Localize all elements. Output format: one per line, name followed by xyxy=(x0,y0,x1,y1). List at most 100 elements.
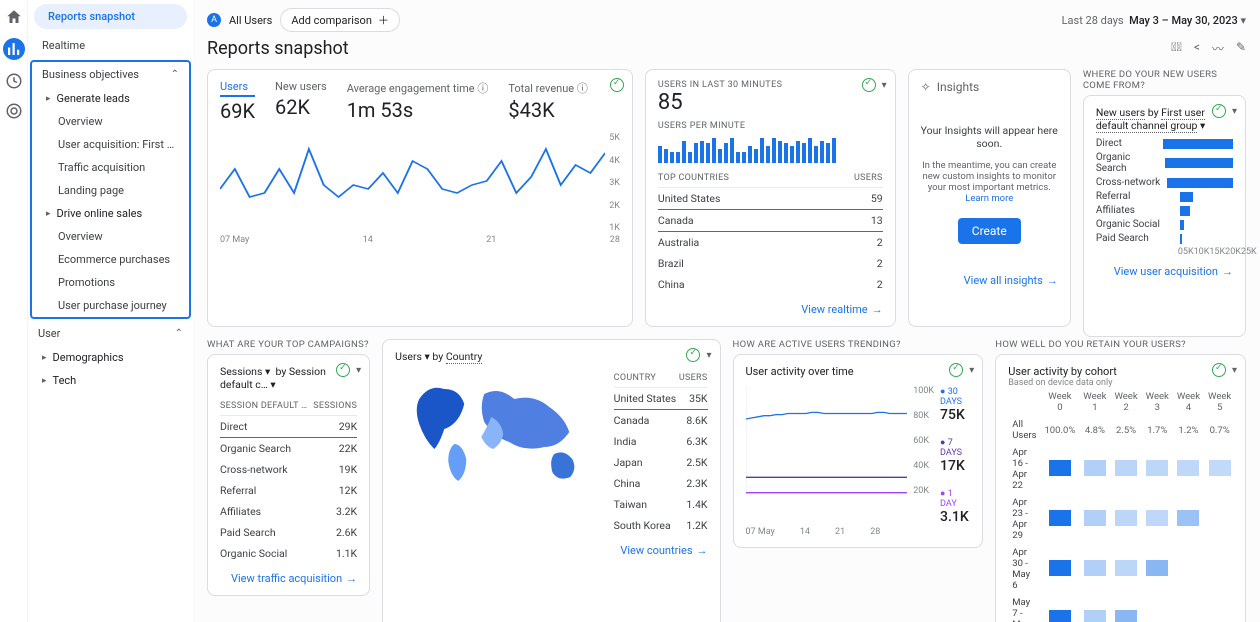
campaigns-table: SESSION DEFAULT …SESSIONS Direct29KOrgan… xyxy=(220,397,357,564)
advertising-icon[interactable] xyxy=(5,102,23,120)
cohort-row: Apr 16 - Apr 22 xyxy=(1008,444,1235,494)
table-row: Direct29K xyxy=(220,416,357,438)
sidebar-generate-leads[interactable]: Generate leads xyxy=(32,87,189,110)
check-icon xyxy=(949,363,963,377)
page-title: Reports snapshot xyxy=(207,38,349,59)
card-menu-button[interactable]: ▾ xyxy=(1232,106,1237,117)
realtime-card: ▾ USERS IN LAST 30 MINUTES 85 USERS PER … xyxy=(645,69,896,327)
sidebar-business-objectives-box: Business objectives ⌃ Generate leads Ove… xyxy=(30,60,191,319)
home-icon[interactable] xyxy=(5,8,23,26)
table-row: Australia2 xyxy=(658,232,883,254)
sidebar-drive-online-sales[interactable]: Drive online sales xyxy=(32,202,189,225)
arrow-right-icon: → xyxy=(697,544,708,557)
view-user-acquisition-link[interactable]: View user acquisition→ xyxy=(1096,265,1233,278)
table-row: Organic Social1.1K xyxy=(220,543,357,564)
table-row: China2.3K xyxy=(614,473,708,494)
sidebar-realtime[interactable]: Realtime xyxy=(28,33,193,58)
sidebar-tech[interactable]: Tech xyxy=(28,369,193,392)
insights-msg: Your Insights will appear here soon. xyxy=(921,124,1058,150)
table-row: Taiwan1.4K xyxy=(614,494,708,515)
realtime-title: USERS IN LAST 30 MINUTES xyxy=(658,80,883,90)
countries-card: ▾ Users ▾ by Country COUNTRYUSE xyxy=(382,339,720,622)
world-map xyxy=(395,369,604,489)
check-icon xyxy=(686,348,700,362)
card-menu-button[interactable]: ▾ xyxy=(882,80,887,91)
explore-icon[interactable] xyxy=(5,72,23,90)
table-row: Canada13 xyxy=(658,210,883,232)
share-icon[interactable]: < xyxy=(1194,40,1200,57)
activity-line-chart xyxy=(746,386,908,496)
card-menu-button[interactable]: ▾ xyxy=(356,365,361,376)
table-row: Brazil2 xyxy=(658,253,883,274)
check-icon xyxy=(336,363,350,377)
metric-new-users[interactable]: New users62K xyxy=(275,80,327,123)
insights-icon[interactable]: 〰 xyxy=(1212,40,1224,57)
insights-card: ✧Insights Your Insights will appear here… xyxy=(908,69,1071,327)
sidebar-lead-user-acquisition[interactable]: User acquisition: First user … xyxy=(32,133,189,156)
overview-card: Users69K New users62K Average engagement… xyxy=(207,69,633,327)
reports-icon[interactable] xyxy=(3,38,25,60)
countries-selector[interactable]: Users ▾ by Country xyxy=(395,350,707,363)
metric-revenue[interactable]: Total revenue ⓘ$43K xyxy=(508,80,587,123)
bar-row: Affiliates xyxy=(1096,205,1233,216)
sidebar-lead-overview[interactable]: Overview xyxy=(32,110,189,133)
table-row: Paid Search2.6K xyxy=(220,522,357,543)
learn-more-link[interactable]: Learn more xyxy=(965,193,1013,204)
table-row: Japan2.5K xyxy=(614,452,708,473)
sidebar-sales-promotions[interactable]: Promotions xyxy=(32,271,189,294)
view-realtime-link[interactable]: View realtime→ xyxy=(658,303,883,316)
customize-icon[interactable]: ✎⃞ xyxy=(1171,40,1182,57)
metric-users[interactable]: Users69K xyxy=(220,80,255,123)
bar-row: Direct xyxy=(1096,138,1233,149)
sidebar: Reports snapshot Realtime Business objec… xyxy=(28,0,193,622)
table-row: Cross-network19K xyxy=(220,459,357,480)
table-row: Organic Search22K xyxy=(220,438,357,460)
table-row: China2 xyxy=(658,274,883,295)
check-icon xyxy=(610,78,624,92)
table-row: United States59 xyxy=(658,188,883,210)
sidebar-lead-traffic-acquisition[interactable]: Traffic acquisition xyxy=(32,156,189,179)
sidebar-business-objectives[interactable]: Business objectives ⌃ xyxy=(32,62,189,87)
arrow-right-icon: → xyxy=(346,572,357,585)
insights-sub: In the meantime, you can create new cust… xyxy=(921,160,1058,204)
table-row: Affiliates3.2K xyxy=(220,501,357,522)
create-button[interactable]: Create xyxy=(958,218,1021,244)
sidebar-lead-landing-page[interactable]: Landing page xyxy=(32,179,189,202)
card-menu-button[interactable]: ▾ xyxy=(969,365,974,376)
all-users-label: All Users xyxy=(229,14,272,27)
activity-block: HOW ARE ACTIVE USERS TRENDING? ▾ User ac… xyxy=(733,339,984,622)
sidebar-sales-purchase-journey[interactable]: User purchase journey xyxy=(32,294,189,317)
card-menu-button[interactable]: ▾ xyxy=(706,350,711,361)
check-icon xyxy=(1212,104,1226,118)
view-traffic-acquisition-link[interactable]: View traffic acquisition→ xyxy=(220,572,357,585)
cohort-table: Week 0Week 1Week 2Week 3Week 4Week 5All … xyxy=(1008,388,1235,622)
check-icon xyxy=(862,78,876,92)
view-all-insights-link[interactable]: View all insights→ xyxy=(921,274,1058,287)
plus-icon: ＋ xyxy=(378,12,389,28)
date-range-picker[interactable]: Last 28 days May 3 – May 30, 2023 ▾ xyxy=(1062,14,1246,27)
table-row: South Korea1.2K xyxy=(614,515,708,536)
campaigns-block: WHAT ARE YOUR TOP CAMPAIGNS? ▾ Sessions … xyxy=(207,339,370,622)
chevron-up-icon: ⌃ xyxy=(175,328,183,339)
page-actions: ✎⃞ < 〰 ✎ xyxy=(1171,40,1246,57)
countries-table: COUNTRYUSERS United States35KCanada8.6KI… xyxy=(614,369,708,536)
sidebar-sales-ecommerce[interactable]: Ecommerce purchases xyxy=(32,248,189,271)
sidebar-reports-snapshot[interactable]: Reports snapshot xyxy=(34,4,187,29)
all-users-badge[interactable]: A xyxy=(207,13,221,27)
metric-engagement[interactable]: Average engagement time ⓘ1m 53s xyxy=(347,80,489,123)
sidebar-user[interactable]: User ⌃ xyxy=(28,321,193,346)
nav-rail xyxy=(0,0,28,622)
cohort-row: Apr 30 - May 6 xyxy=(1008,544,1235,594)
sidebar-sales-overview[interactable]: Overview xyxy=(32,225,189,248)
edit-icon[interactable]: ✎ xyxy=(1236,40,1246,57)
card-menu-button[interactable]: ▾ xyxy=(1232,365,1237,376)
overview-metrics: Users69K New users62K Average engagement… xyxy=(220,80,620,123)
view-countries-link[interactable]: View countries→ xyxy=(395,544,707,557)
retention-block: HOW WELL DO YOU RETAIN YOUR USERS? ▾ Use… xyxy=(995,339,1246,622)
sidebar-demographics[interactable]: Demographics xyxy=(28,346,193,369)
table-row: India6.3K xyxy=(614,431,708,452)
top-countries-table: TOP COUNTRIESUSERS United States59Canada… xyxy=(658,169,883,295)
add-comparison-button[interactable]: Add comparison ＋ xyxy=(280,8,400,32)
overview-line-chart xyxy=(220,133,605,233)
bar-row: Referral xyxy=(1096,191,1233,202)
